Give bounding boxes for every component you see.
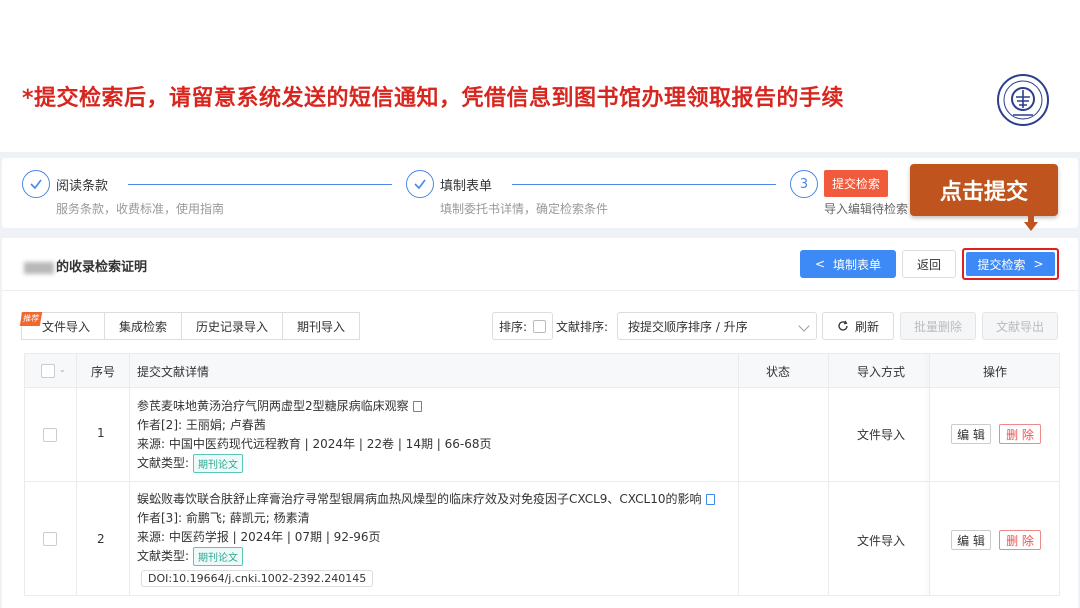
step-desc: 服务条款，收费标准，使用指南 xyxy=(56,202,225,216)
step-title: 阅读条款 xyxy=(56,179,109,194)
arrow-down-icon xyxy=(1024,214,1038,231)
import-tabs: 推荐 文件导入 集成检索 历史记录导入 期刊导入 xyxy=(19,312,361,340)
table-row: 1 参芪麦味地黄汤治疗气阴两虚型2型糖尿病临床观察 作者[2]: 王丽娟; 卢春… xyxy=(24,388,1060,482)
doc-source: 来源: 中国中医药现代远程教育 | 2024年 | 22卷 | 14期 | 66… xyxy=(137,437,492,451)
doc-title-text: 参芪麦味地黄汤治疗气阴两虚型2型糖尿病临床观察 xyxy=(137,399,409,413)
header-detail: 提交文献详情 xyxy=(137,365,210,379)
order-select[interactable]: 按提交顺序排序 / 升序 xyxy=(617,312,817,340)
doc-doi: DOI:10.19664/j.cnki.1002-2392.240145 xyxy=(141,570,374,587)
step-number: 3 xyxy=(790,170,818,198)
refresh-button[interactable]: 刷新 xyxy=(822,312,894,340)
delete-button[interactable]: 删 除 xyxy=(999,530,1041,550)
doc-title-text: 蜈蚣败毒饮联合肤舒止痒膏治疗寻常型银屑病血热风燥型的临床疗效及对免疫因子CXCL… xyxy=(137,492,702,506)
order-value: 按提交顺序排序 / 升序 xyxy=(628,319,748,334)
doc-type-label: 文献类型: xyxy=(137,549,190,563)
sort-checkbox[interactable] xyxy=(533,319,547,333)
recommend-badge: 推荐 xyxy=(19,312,43,326)
back-button[interactable]: 返回 xyxy=(902,250,956,278)
tab-integrated-search[interactable]: 集成检索 xyxy=(104,312,183,340)
column-divider xyxy=(929,353,930,596)
chevron-down-icon: ⌄ xyxy=(59,365,66,374)
column-divider xyxy=(76,353,77,596)
order-label: 文献排序: xyxy=(556,320,609,334)
redacted-name xyxy=(24,261,54,274)
table-row: 2 蜈蚣败毒饮联合肤舒止痒膏治疗寻常型银屑病血热风燥型的临床疗效及对免疫因子CX… xyxy=(24,482,1060,596)
column-divider xyxy=(129,353,130,596)
notice-text: *提交检索后，请留意系统发送的短信通知，凭借信息到图书馆办理领取报告的手续 xyxy=(22,86,845,111)
check-icon xyxy=(406,170,434,198)
delete-button[interactable]: 删 除 xyxy=(999,424,1041,444)
card-title-text: 的收录检索证明 xyxy=(56,260,148,275)
doc-type-tag: 期刊论文 xyxy=(193,547,244,566)
step-title: 填制表单 xyxy=(440,179,493,194)
refresh-icon xyxy=(838,320,848,331)
row-method: 文件导入 xyxy=(857,428,906,442)
chevron-down-icon xyxy=(798,320,810,332)
tab-file-import[interactable]: 推荐 文件导入 xyxy=(19,312,106,340)
step-desc: 填制委托书详情，确定检索条件 xyxy=(440,202,609,216)
submit-label: 提交检索 xyxy=(977,257,1026,272)
step-connector xyxy=(128,184,392,185)
sort-toggle[interactable]: 排序: xyxy=(492,312,554,340)
fill-form-label: 填制表单 xyxy=(833,257,882,272)
divider xyxy=(2,290,1078,291)
copy-icon[interactable] xyxy=(705,494,715,505)
doc-type-label: 文献类型: xyxy=(137,456,190,470)
column-divider xyxy=(738,353,739,596)
sort-label: 排序: xyxy=(499,319,528,334)
doc-source: 来源: 中医药学报 | 2024年 | 07期 | 92-96页 xyxy=(137,530,381,544)
select-all-checkbox[interactable] xyxy=(41,364,55,378)
click-submit-callout: 点击提交 xyxy=(910,164,1058,216)
chevron-right-icon: > xyxy=(1033,257,1044,271)
row-checkbox[interactable] xyxy=(43,532,57,546)
row-method: 文件导入 xyxy=(857,534,906,548)
doc-title[interactable]: 参芪麦味地黄汤治疗气阴两虚型2型糖尿病临床观察 xyxy=(137,397,422,414)
library-seal-icon xyxy=(997,74,1049,126)
header-status: 状态 xyxy=(766,365,791,379)
header-index: 序号 xyxy=(91,365,116,379)
column-divider xyxy=(828,353,829,596)
edit-button[interactable]: 编 辑 xyxy=(951,424,991,444)
chevron-left-icon: < xyxy=(814,257,826,271)
doc-title[interactable]: 蜈蚣败毒饮联合肤舒止痒膏治疗寻常型银屑病血热风燥型的临床疗效及对免疫因子CXCL… xyxy=(137,490,715,507)
refresh-label: 刷新 xyxy=(854,319,879,334)
tab-label: 文件导入 xyxy=(42,319,91,334)
tab-journal-import[interactable]: 期刊导入 xyxy=(282,312,361,340)
table-header: ⌄ 序号 提交文献详情 状态 导入方式 操作 xyxy=(24,353,1060,388)
row-checkbox[interactable] xyxy=(43,428,57,442)
main-card: 的收录检索证明 < 填制表单 返回 提交检索 > 推荐 文件导入 集成检索 历史… xyxy=(2,238,1078,608)
doc-type: 文献类型: 期刊论文 xyxy=(137,454,244,473)
header-method: 导入方式 xyxy=(857,365,906,379)
copy-icon[interactable] xyxy=(412,401,422,412)
edit-button[interactable]: 编 辑 xyxy=(951,530,991,550)
doc-type-tag: 期刊论文 xyxy=(193,454,244,473)
card-title: 的收录检索证明 xyxy=(24,256,147,275)
check-icon xyxy=(22,170,50,198)
row-index: 1 xyxy=(97,426,105,440)
tab-history-import[interactable]: 历史记录导入 xyxy=(181,312,284,340)
doc-authors: 作者[2]: 王丽娟; 卢春茜 xyxy=(137,418,266,432)
fill-form-button[interactable]: < 填制表单 xyxy=(800,250,896,278)
batch-delete-button[interactable]: 批量删除 xyxy=(900,312,976,340)
header-action: 操作 xyxy=(983,365,1008,379)
notice-banner: *提交检索后，请留意系统发送的短信通知，凭借信息到图书馆办理领取报告的手续 xyxy=(0,0,1080,150)
doc-authors: 作者[3]: 俞鹏飞; 薛凯元; 杨素清 xyxy=(137,511,310,525)
doc-type: 文献类型: 期刊论文 xyxy=(137,547,244,566)
step-title: 提交检索 xyxy=(824,170,889,197)
row-index: 2 xyxy=(97,532,105,546)
step-connector xyxy=(512,184,776,185)
export-button[interactable]: 文献导出 xyxy=(982,312,1058,340)
submit-search-button[interactable]: 提交检索 > xyxy=(962,248,1059,280)
step-desc: 导入编辑待检索 xyxy=(824,202,909,216)
